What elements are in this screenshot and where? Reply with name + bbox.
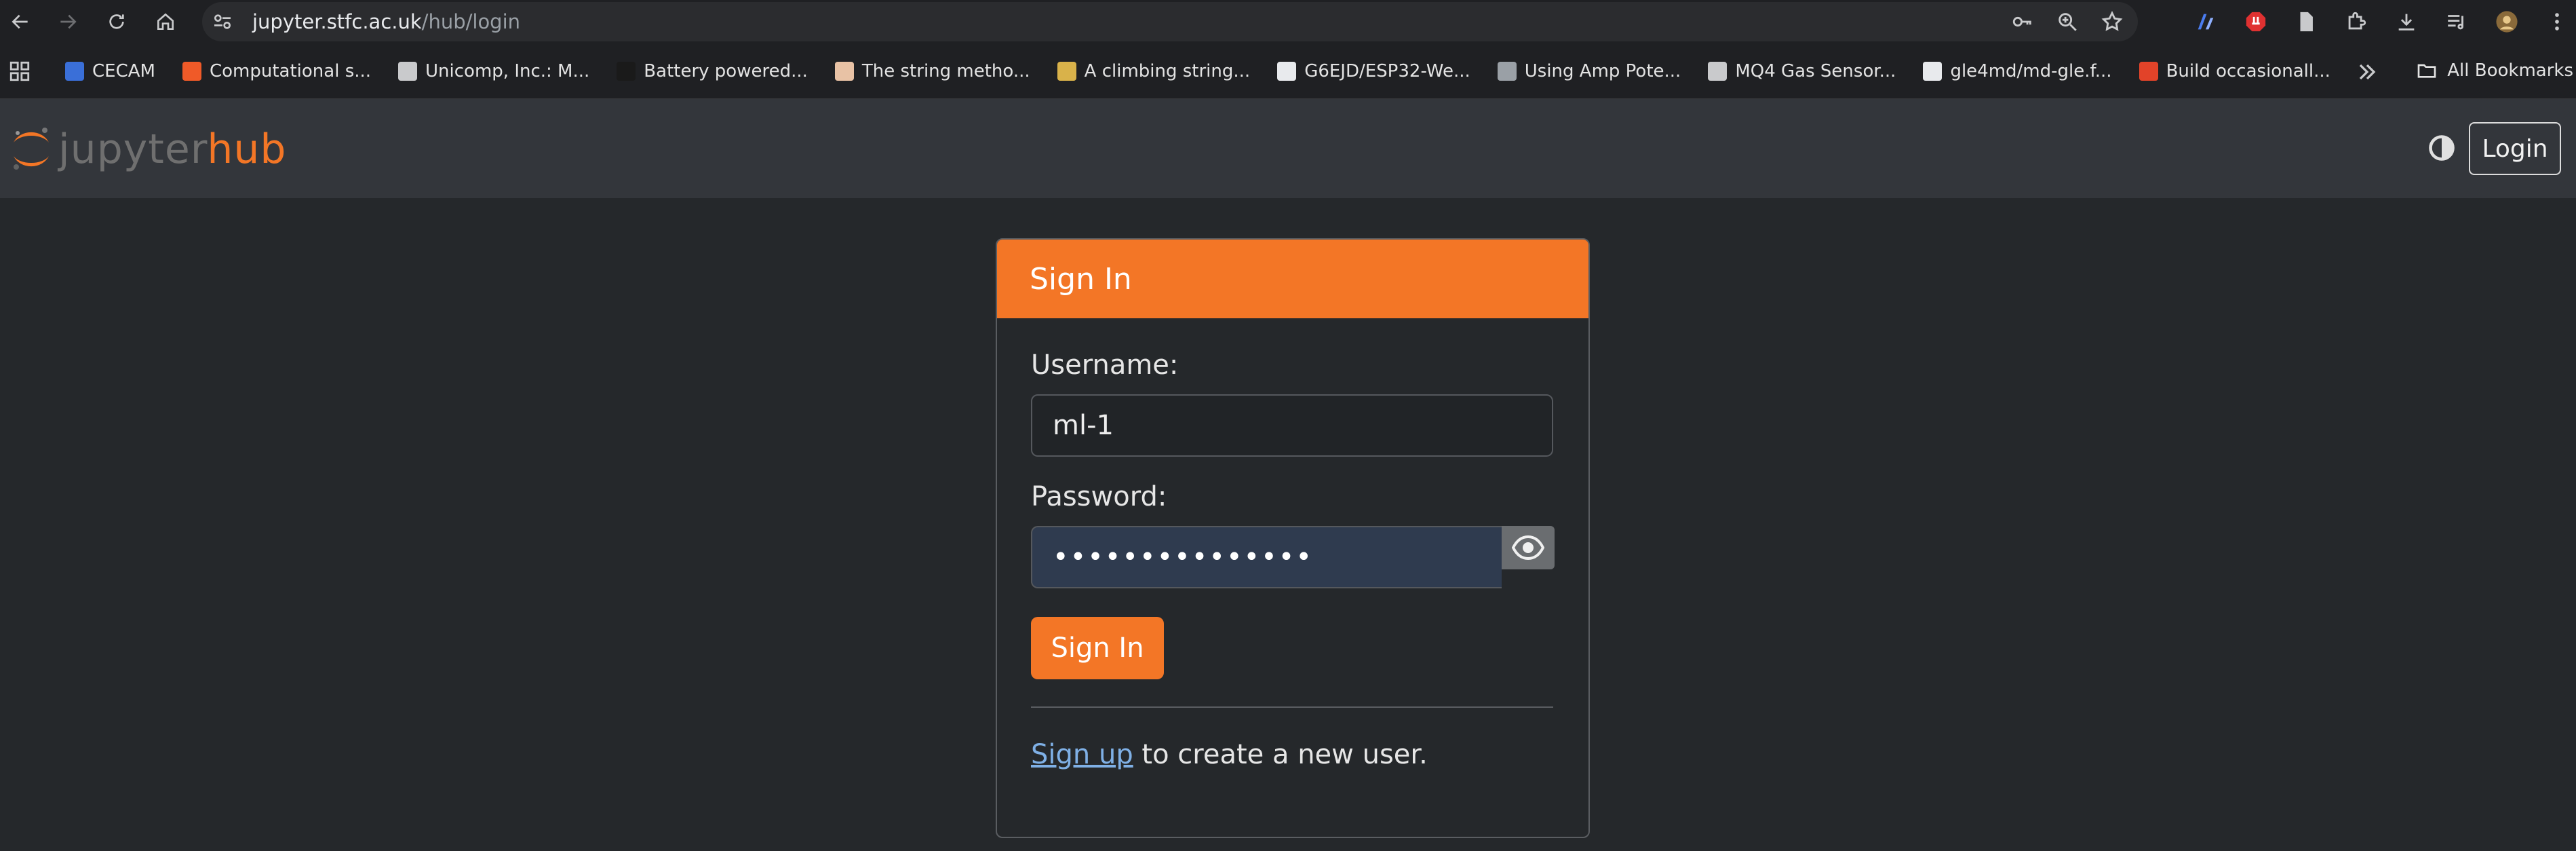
bookmark-label: Unicomp, Inc.: M...: [425, 61, 590, 81]
jupyterhub-logo[interactable]: jupyterhub: [9, 122, 286, 176]
forward-icon[interactable]: [52, 5, 84, 38]
url-path: /hub/login: [421, 10, 521, 33]
bookmark-item[interactable]: The string metho...: [834, 61, 1030, 81]
logo-wordmark: jupyterhub: [58, 122, 286, 176]
bookmark-item[interactable]: gle4md/md-gle.f...: [1923, 61, 2112, 81]
signup-link[interactable]: Sign up: [1031, 739, 1133, 770]
bookmark-label: Build occasionall...: [2166, 61, 2330, 81]
theme-toggle-icon[interactable]: [2427, 133, 2457, 163]
bookmark-item[interactable]: Computational s...: [182, 61, 371, 81]
signup-suffix: to create a new user.: [1133, 739, 1428, 770]
bookmark-label: gle4md/md-gle.f...: [1950, 61, 2112, 81]
document-extension-icon[interactable]: [2292, 5, 2320, 38]
back-icon[interactable]: [4, 5, 37, 38]
signin-card-title: Sign In: [997, 240, 1588, 318]
browser-menu-icon[interactable]: [2543, 5, 2571, 38]
bookmark-label: CECAM: [92, 61, 155, 81]
bookmark-label: A climbing string...: [1084, 61, 1251, 81]
site-settings-icon[interactable]: [212, 11, 233, 33]
show-password-eye-icon[interactable]: [1502, 526, 1555, 569]
password-key-icon[interactable]: [2010, 10, 2035, 34]
bookmark-item[interactable]: Unicomp, Inc.: M...: [398, 61, 589, 81]
bookmark-item[interactable]: Battery powered...: [617, 61, 808, 81]
logo-word-hub: hub: [207, 126, 287, 173]
bookmark-label: The string metho...: [861, 61, 1030, 81]
bookmark-item[interactable]: CECAM: [65, 61, 155, 81]
extension-a-icon[interactable]: [2192, 5, 2219, 38]
media-queue-icon[interactable]: [2443, 5, 2470, 38]
bookmarks-bar: CECAM Computational s... Unicomp, Inc.: M.…: [0, 43, 2576, 99]
bookmark-item[interactable]: MQ4 Gas Sensor...: [1708, 61, 1896, 81]
password-input[interactable]: [1031, 526, 1502, 588]
bookmark-label: Battery powered...: [644, 61, 808, 81]
bookmark-favicon-icon: [1277, 62, 1297, 81]
extensions-puzzle-icon[interactable]: [2343, 5, 2370, 38]
bookmark-label: Computational s...: [209, 61, 372, 81]
bookmark-label: G6EJD/ESP32-We...: [1304, 61, 1470, 81]
login-button[interactable]: Login: [2469, 122, 2561, 175]
adblock-icon[interactable]: [2242, 5, 2269, 38]
address-bar[interactable]: jupyter.stfc.ac.uk/hub/login: [202, 2, 2138, 41]
bookmark-favicon-icon: [182, 62, 201, 81]
bookmark-favicon-icon: [65, 62, 84, 81]
zoom-icon[interactable]: [2055, 10, 2080, 34]
logo-word-jupyter: jupyter: [58, 126, 208, 173]
folder-icon: [2417, 64, 2436, 78]
apps-grid-icon[interactable]: [8, 60, 31, 83]
all-bookmarks-button[interactable]: All Bookmarks: [2416, 60, 2576, 81]
more-bookmarks-icon[interactable]: [2354, 58, 2381, 86]
username-input[interactable]: [1031, 394, 1553, 457]
bookmark-favicon-icon: [1497, 62, 1517, 81]
bookmark-favicon-icon: [617, 62, 636, 81]
bookmark-favicon-icon: [834, 62, 854, 81]
signin-submit-button[interactable]: Sign In: [1031, 617, 1164, 679]
bookmark-item[interactable]: Using Amp Pote...: [1497, 61, 1681, 81]
home-icon[interactable]: [149, 5, 182, 38]
jupyter-logo-icon: [14, 128, 49, 170]
bookmark-item[interactable]: Build occasionall...: [2139, 61, 2330, 81]
form-divider: [1031, 706, 1553, 708]
bookmark-favicon-icon: [1923, 62, 1943, 81]
bookmark-favicon-icon: [398, 62, 418, 81]
url-text: jupyter.stfc.ac.uk/hub/login: [252, 10, 520, 33]
bookmark-label: Using Amp Pote...: [1524, 61, 1681, 81]
signup-prompt: Sign up to create a new user.: [1031, 739, 1428, 770]
reload-icon[interactable]: [100, 5, 133, 38]
url-host: jupyter.stfc.ac.uk: [252, 10, 422, 33]
username-label: Username:: [1031, 349, 1179, 381]
profile-avatar-icon[interactable]: [2493, 5, 2520, 38]
all-bookmarks-label: All Bookmarks: [2447, 60, 2573, 81]
bookmark-item[interactable]: G6EJD/ESP32-We...: [1277, 61, 1470, 81]
bookmark-favicon-icon: [1708, 62, 1728, 81]
bookmark-favicon-icon: [2139, 62, 2158, 81]
signin-card: Sign In Username: Password: Sign In Sign…: [996, 238, 1590, 838]
browser-toolbar: jupyter.stfc.ac.uk/hub/login: [0, 0, 2576, 43]
bookmark-item[interactable]: A climbing string...: [1057, 61, 1251, 81]
bookmark-star-icon[interactable]: [2100, 10, 2124, 34]
bookmark-list: CECAM Computational s... Unicomp, Inc.: M.…: [65, 60, 2330, 83]
bookmark-label: MQ4 Gas Sensor...: [1735, 61, 1896, 81]
bookmark-favicon-icon: [1057, 62, 1076, 81]
password-label: Password:: [1031, 481, 1167, 512]
download-icon[interactable]: [2393, 5, 2420, 38]
jupyterhub-navbar: jupyterhub Login: [0, 99, 2576, 198]
